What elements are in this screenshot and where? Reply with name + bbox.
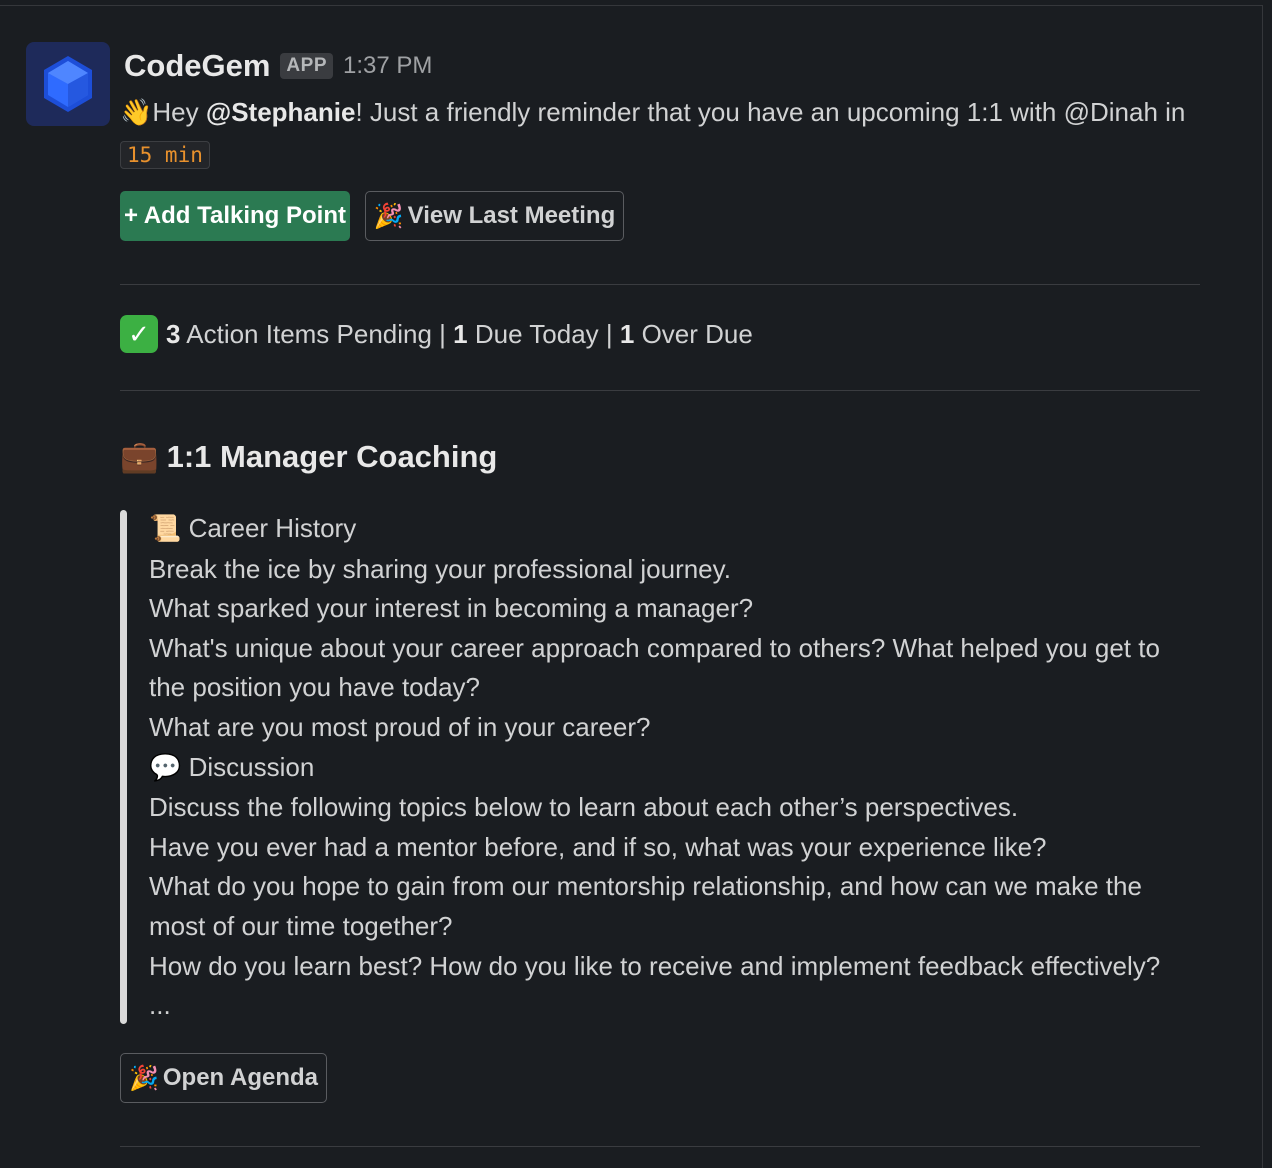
add-talking-point-button[interactable]: + Add Talking Point [120, 191, 350, 241]
pending-label: Action Items Pending | [180, 319, 454, 349]
view-last-meeting-label: View Last Meeting [407, 202, 616, 229]
view-last-meeting-button[interactable]: 🎉 View Last Meeting [365, 191, 624, 241]
action-items-status: ✓ 3 Action Items Pending | 1 Due Today |… [120, 313, 753, 355]
time-code: 15 min [120, 141, 210, 169]
right-edge-divider [1262, 5, 1263, 1168]
quote-bar [120, 510, 127, 1024]
greeting-text: Hey [152, 97, 206, 127]
due-today-label: Due Today | [467, 319, 620, 349]
app-name[interactable]: CodeGem [124, 48, 270, 84]
reminder-text: ! Just a friendly reminder that you have… [355, 97, 1186, 127]
slack-message-frame: CodeGem APP 1:37 PM 👋Hey @Stephanie! Jus… [0, 0, 1272, 1168]
scroll-icon: 📜 [149, 514, 182, 544]
agenda-ellipsis: ... [149, 990, 171, 1021]
agenda-line: How do you learn best? How do you like t… [149, 950, 1161, 981]
agenda-line: Discuss the following topics below to le… [149, 792, 1019, 823]
check-mark-icon: ✓ [120, 315, 158, 353]
top-divider [0, 5, 1262, 6]
over-due-count: 1 [619, 319, 635, 349]
user-mention[interactable]: @Stephanie [206, 97, 356, 127]
app-badge: APP [280, 53, 333, 79]
message-header: CodeGem APP 1:37 PM [124, 48, 432, 84]
due-today-count: 1 [453, 319, 468, 349]
section-title: 💼 1:1 Manager Coaching [120, 438, 498, 476]
party-popper-icon: 🎉 [128, 1064, 159, 1092]
briefcase-icon: 💼 [120, 439, 159, 475]
section-title-text: 1:1 Manager Coaching [166, 438, 498, 474]
message-text: 👋Hey @Stephanie! Just a friendly reminde… [120, 92, 1210, 175]
agenda-quote: 📜 Career History Break the ice by sharin… [149, 509, 1199, 1026]
divider [120, 1146, 1200, 1147]
divider [120, 390, 1200, 391]
pending-count: 3 [166, 319, 181, 349]
speech-bubble-icon: 💬 [149, 752, 182, 783]
message-timestamp[interactable]: 1:37 PM [343, 52, 432, 80]
over-due-label: Over Due [634, 319, 753, 349]
divider [120, 284, 1200, 285]
agenda-line: What do you hope to gain from our mentor… [149, 871, 1142, 941]
waving-hand-icon: 👋 [120, 98, 153, 128]
discussion-title: Discussion [188, 751, 315, 782]
agenda-line: Have you ever had a mentor before, and i… [149, 831, 1047, 862]
agenda-line: What sparked your interest in becoming a… [149, 593, 754, 624]
agenda-line: What are you most proud of in your caree… [149, 711, 651, 742]
party-popper-icon: 🎉 [373, 202, 404, 230]
career-history-title: Career History [188, 513, 357, 543]
agenda-line: What's unique about your career approach… [149, 632, 1160, 703]
open-agenda-button[interactable]: 🎉 Open Agenda [120, 1053, 327, 1103]
hexagon-logo-icon [44, 56, 92, 112]
app-avatar[interactable] [26, 42, 110, 126]
open-agenda-label: Open Agenda [162, 1064, 318, 1091]
discussion-heading: 💬 Discussion [149, 748, 1199, 789]
agenda-line: Break the ice by sharing your profession… [149, 553, 731, 584]
career-history-heading: 📜 Career History [149, 509, 1199, 550]
